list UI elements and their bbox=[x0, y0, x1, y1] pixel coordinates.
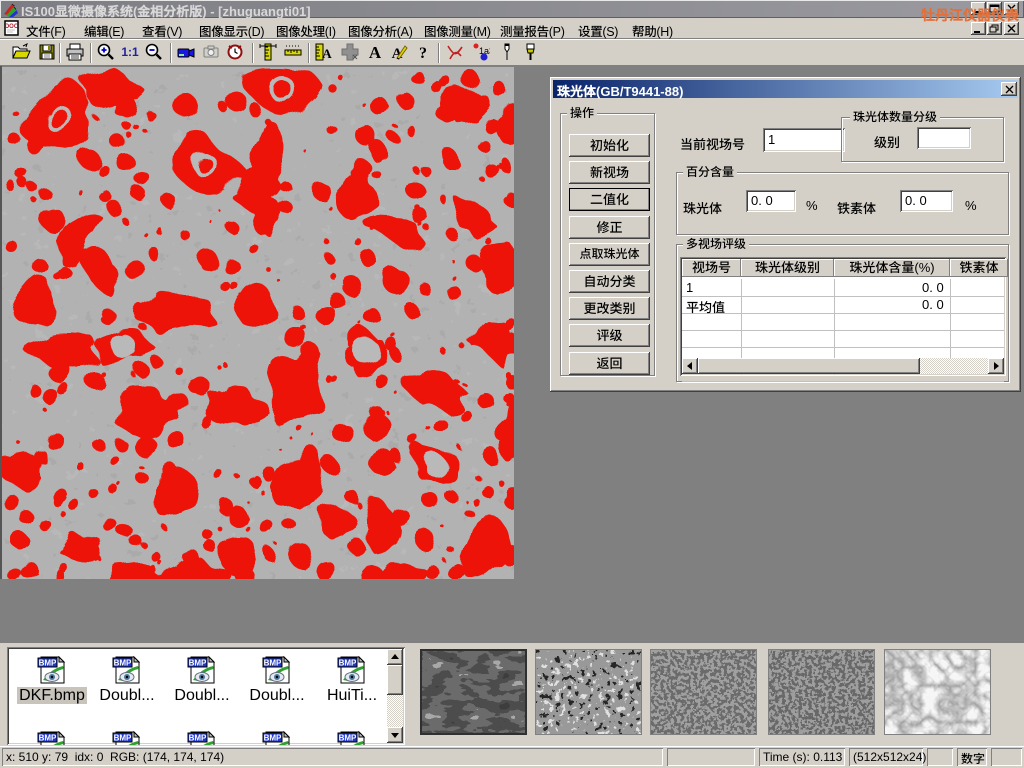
svg-text:A: A bbox=[322, 46, 332, 61]
svg-text:BMP: BMP bbox=[339, 659, 357, 668]
svg-text:BMP: BMP bbox=[114, 734, 132, 743]
svg-text:BMP: BMP bbox=[114, 659, 132, 668]
svg-text:DOC: DOC bbox=[5, 24, 19, 30]
svg-text:BMP: BMP bbox=[264, 734, 282, 743]
svg-text:BMP: BMP bbox=[39, 734, 57, 743]
svg-text:BMP: BMP bbox=[264, 659, 282, 668]
svg-text:A: A bbox=[369, 43, 382, 62]
svg-text:?: ? bbox=[419, 45, 427, 62]
svg-text:1:1: 1:1 bbox=[121, 45, 139, 59]
svg-text:BMP: BMP bbox=[39, 659, 57, 668]
svg-text:BMP: BMP bbox=[189, 734, 207, 743]
svg-text:BMP: BMP bbox=[189, 659, 207, 668]
svg-text:BMP: BMP bbox=[339, 734, 357, 743]
svg-text:1a3: 1a3 bbox=[479, 46, 490, 56]
